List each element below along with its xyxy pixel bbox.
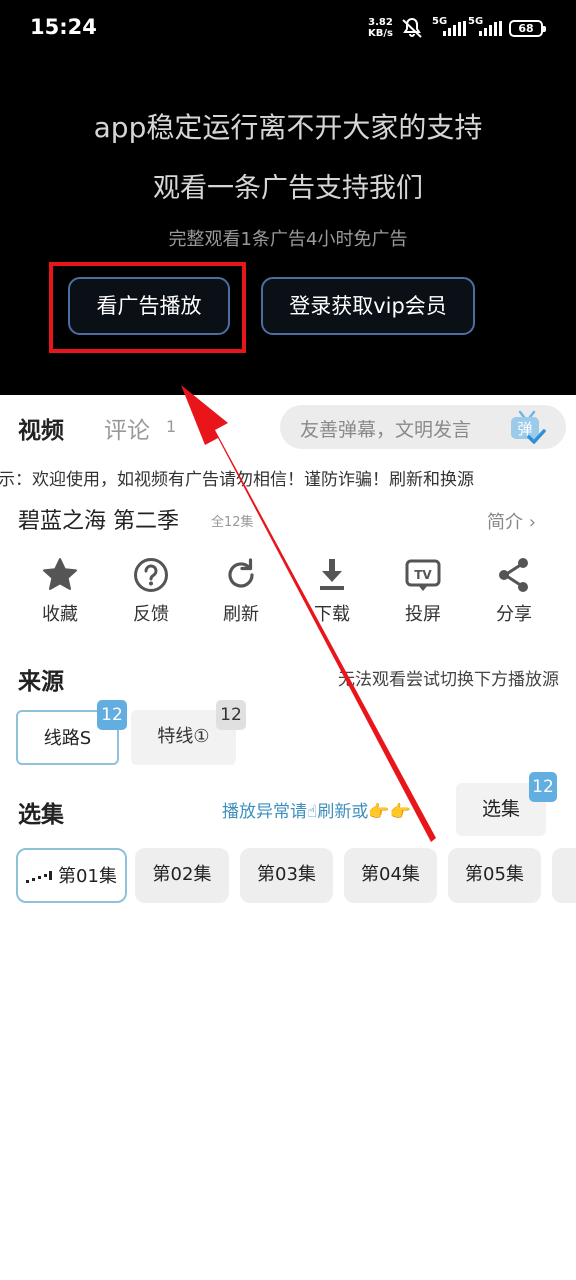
episode-next-partial[interactable] [552,848,576,903]
episode-total: 全12集 [211,515,254,530]
episode-03[interactable]: 第03集 [240,848,333,903]
source-hint: 无法观看尝试切换下方播放源 [338,670,559,690]
network-speed: 3.82 KB/s [368,17,393,39]
refresh-label: 刷新 [223,604,259,625]
episode-04[interactable]: 第04集 [344,848,437,903]
cast-label: 投屏 [405,604,441,625]
episode-01[interactable]: 第01集 [16,848,127,903]
svg-text:TV: TV [414,568,432,582]
refresh-button[interactable]: 刷新 [205,556,277,626]
cast-button[interactable]: TV 投屏 [387,556,459,626]
tab-video[interactable]: 视频 [18,411,64,445]
ad-message-line1: app稳定运行离不开大家的支持 [93,111,483,144]
intro-link[interactable]: 简介 › [487,508,536,534]
download-button[interactable]: 下载 [296,556,368,626]
signal-bars-icon [443,21,466,36]
refresh-icon [228,558,254,588]
playing-icon [26,871,53,883]
download-label: 下载 [314,604,350,625]
route-s-count-badge: 12 [97,700,127,730]
battery-level: 68 [518,22,534,35]
favorite-label: 收藏 [42,604,78,625]
mute-icon [402,17,422,38]
share-button[interactable]: 分享 [478,556,550,626]
episodes-title: 选集 [18,802,64,828]
video-player[interactable]: 15:24 3.82 KB/s 5G 5G 68 app稳定运行离不开大家的支持… [0,0,576,395]
ad-subtitle: 完整观看1条广告4小时免广告 [168,229,408,250]
episodes-hint: 播放异常请☝刷新或👉👉 [222,802,411,822]
route-special-count-badge: 12 [216,700,246,730]
star-icon [43,558,77,590]
danmu-input[interactable]: 友善弹幕，文明发言 弹 [280,405,566,449]
network-speed-unit: KB/s [368,28,393,39]
show-title: 碧蓝之海 第二季 [18,509,179,534]
comment-count: 1 [166,417,177,436]
danmu-placeholder: 友善弹幕，文明发言 [300,419,472,441]
episode-select-badge: 12 [529,772,557,802]
signal-bars-icon [479,21,502,36]
episode-01-label: 第01集 [58,866,117,887]
feedback-label: 反馈 [133,604,169,625]
notice-marquee: 示：欢迎使用，如视频有广告请勿相信！谨防诈骗！刷新和换源 [0,465,576,491]
share-icon [499,558,528,592]
notice-text: 示：欢迎使用，如视频有广告请勿相信！谨防诈骗！刷新和换源 [0,470,474,490]
battery-icon: 68 [509,20,546,37]
source-title: 来源 [18,669,64,695]
tv-cast-icon: TV [405,559,441,591]
danmu-icon-char: 弹 [517,420,532,438]
tab-comment[interactable]: 评论 [104,411,150,445]
status-time: 15:24 [30,15,97,39]
login-vip-button[interactable]: 登录获取vip会员 [261,277,475,335]
question-icon [134,558,168,592]
download-icon [320,559,344,590]
favorite-button[interactable]: 收藏 [24,556,96,626]
danmu-toggle-icon[interactable]: 弹 [507,408,547,448]
episode-02[interactable]: 第02集 [135,848,229,903]
status-bar: 15:24 3.82 KB/s 5G 5G 68 [0,0,576,56]
share-label: 分享 [496,604,532,625]
episode-05[interactable]: 第05集 [448,848,541,903]
route-special-label: 特线① [157,726,210,747]
route-s-label: 线路S [43,728,92,749]
feedback-button[interactable]: 反馈 [115,556,187,626]
ad-message-line2: 观看一条广告支持我们 [153,173,423,204]
watch-ad-button[interactable]: 看广告播放 [68,277,230,335]
network-speed-value: 3.82 [368,17,393,28]
